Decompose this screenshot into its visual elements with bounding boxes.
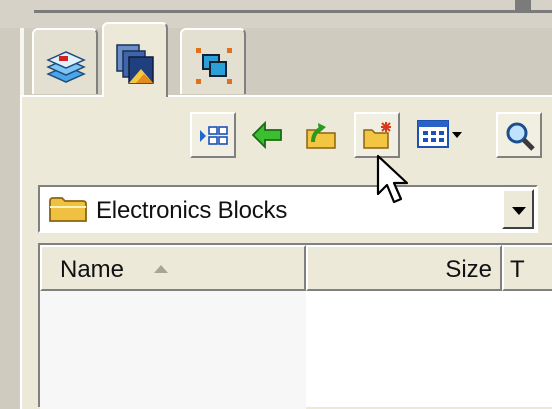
selection-icon	[196, 48, 232, 84]
back-button[interactable]	[244, 112, 290, 158]
location-label: Electronics Blocks	[96, 197, 288, 224]
tree-view-toggle-button[interactable]	[190, 112, 236, 158]
column-name-label: Name	[60, 256, 125, 283]
column-header-size[interactable]: Size	[306, 245, 502, 291]
column-type-label: T	[510, 256, 525, 283]
tab-blocks[interactable]	[102, 22, 168, 97]
name-column-body	[40, 291, 306, 409]
layers-icon	[46, 51, 86, 83]
dropdown-button[interactable]	[502, 189, 534, 229]
column-size-label: Size	[445, 256, 492, 283]
folder-up-icon	[306, 123, 336, 149]
new-folder-button[interactable]	[354, 112, 400, 158]
views-menu-button[interactable]	[410, 112, 472, 158]
file-list[interactable]: Name Size T	[38, 243, 552, 409]
column-header-name[interactable]: Name	[40, 245, 306, 291]
top-notch	[515, 0, 531, 13]
folder-icon	[49, 197, 87, 222]
back-arrow-icon	[251, 120, 282, 150]
blocks-icon	[116, 44, 154, 84]
column-header-type[interactable]: T	[502, 245, 552, 291]
top-divider	[34, 10, 552, 13]
views-menu-icon	[417, 120, 462, 148]
tab-layers[interactable]	[32, 28, 98, 94]
search-button[interactable]	[496, 112, 542, 158]
new-folder-icon	[363, 122, 391, 149]
mouse-pointer-icon	[376, 154, 409, 204]
tree-view-icon	[200, 126, 228, 145]
sort-ascending-icon	[154, 265, 168, 273]
window-top-strip	[0, 0, 552, 28]
up-folder-button[interactable]	[298, 112, 344, 158]
chevron-down-icon	[512, 207, 526, 215]
location-dropdown[interactable]: Electronics Blocks	[38, 185, 538, 233]
tab-selection[interactable]	[180, 28, 246, 94]
search-icon	[506, 122, 535, 151]
